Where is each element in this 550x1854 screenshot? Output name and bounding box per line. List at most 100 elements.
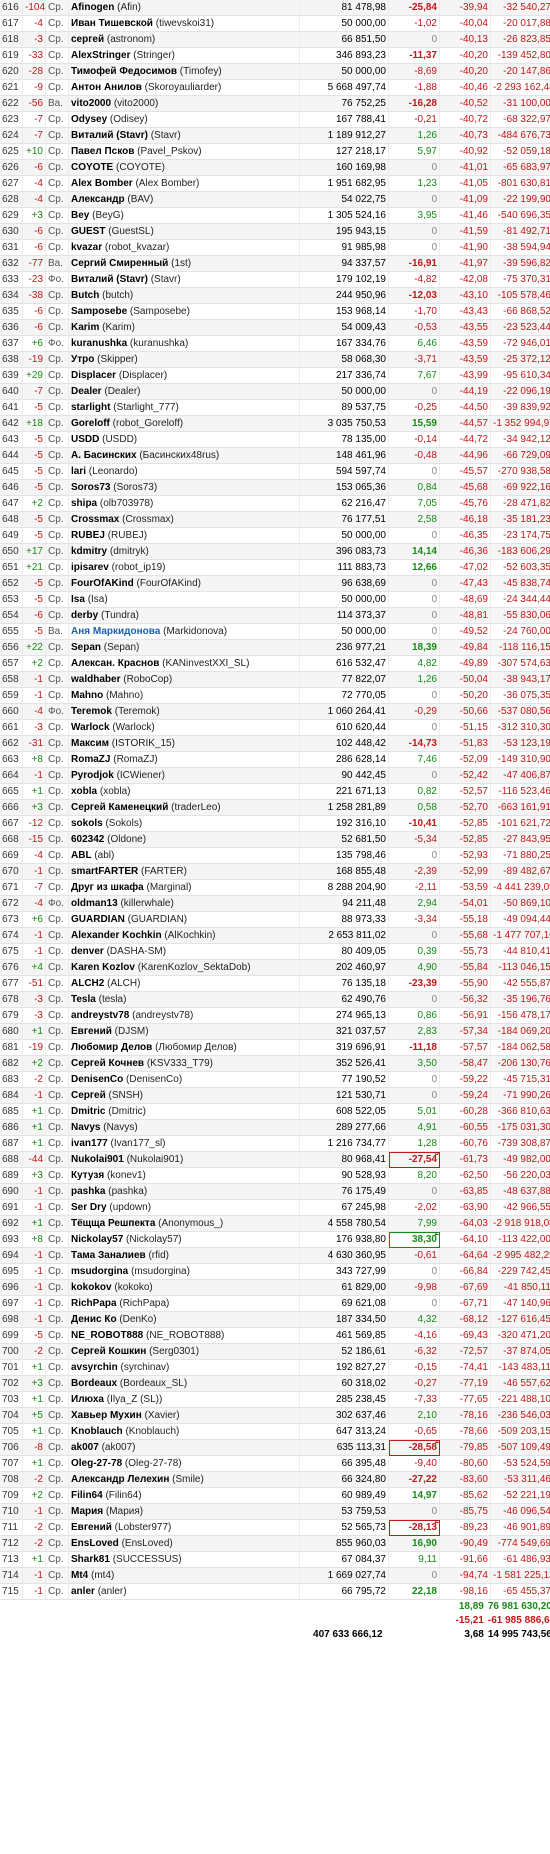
- participant-name-link[interactable]: Александр: [71, 194, 125, 205]
- participant-name-link[interactable]: Аня Маркидонова: [71, 626, 160, 637]
- participant-name-link[interactable]: Сергей Каменецкий: [71, 802, 168, 813]
- participant-name-link[interactable]: Сергей Кошкин: [71, 1346, 146, 1357]
- participant-name-link[interactable]: kuranushka: [71, 338, 127, 349]
- participant-name-link[interactable]: ABL: [71, 850, 92, 861]
- participant-name-link[interactable]: derby: [71, 610, 98, 621]
- participant-name-link[interactable]: Максим: [71, 738, 109, 749]
- participant-name-link[interactable]: Тёщща Решпекта: [71, 1218, 155, 1229]
- participant-name-link[interactable]: Oleg-27-78: [71, 1458, 122, 1469]
- participant-name-link[interactable]: COYOTE: [71, 162, 113, 173]
- participant-name-link[interactable]: pashka: [71, 1186, 105, 1197]
- participant-name-link[interactable]: avsyrchin: [71, 1362, 118, 1373]
- participant-name-link[interactable]: Soros73: [71, 482, 110, 493]
- participant-name-link[interactable]: Warlock: [71, 722, 110, 733]
- participant-name-link[interactable]: Filin64: [71, 1490, 103, 1501]
- participant-name-link[interactable]: starlight: [71, 402, 110, 413]
- participant-name-link[interactable]: anler: [71, 1586, 95, 1597]
- participant-name-link[interactable]: kdmitry: [71, 546, 107, 557]
- participant-name-link[interactable]: Иван Тишевской: [71, 18, 153, 29]
- participant-name-link[interactable]: kokokov: [71, 1282, 112, 1293]
- participant-name-link[interactable]: xobla: [71, 786, 97, 797]
- participant-name-link[interactable]: Crossmax: [71, 514, 119, 525]
- participant-name-link[interactable]: ivan177: [71, 1138, 108, 1149]
- participant-name-link[interactable]: USDD: [71, 434, 99, 445]
- participant-name-link[interactable]: Displacer: [71, 370, 116, 381]
- participant-name-link[interactable]: Nukolai901: [71, 1154, 124, 1165]
- participant-name-link[interactable]: Mahno: [71, 690, 103, 701]
- participant-name-link[interactable]: Odysey: [71, 114, 107, 125]
- participant-name-link[interactable]: Karen Kozlov: [71, 962, 135, 973]
- participant-name-link[interactable]: Shark81: [71, 1554, 110, 1565]
- participant-name-link[interactable]: Goreloff: [71, 418, 110, 429]
- participant-name-link[interactable]: Dealer: [71, 386, 102, 397]
- participant-name-link[interactable]: Mt4: [71, 1570, 88, 1581]
- participant-name-link[interactable]: Butch: [71, 290, 99, 301]
- participant-name-link[interactable]: sokols: [71, 818, 103, 829]
- participant-name-link[interactable]: Navys: [71, 1122, 100, 1133]
- participant-name-link[interactable]: Утро: [71, 354, 94, 365]
- participant-name-link[interactable]: Bey: [71, 210, 89, 221]
- participant-name-link[interactable]: shipa: [71, 498, 97, 509]
- participant-name-link[interactable]: andreystv78: [71, 1010, 129, 1021]
- participant-name-link[interactable]: GUARDIAN: [71, 914, 125, 925]
- participant-name-link[interactable]: Илюха: [71, 1394, 104, 1405]
- participant-name-link[interactable]: ipisarev: [71, 562, 109, 573]
- participant-name-link[interactable]: smartFARTER: [71, 866, 138, 877]
- participant-name-link[interactable]: Любомир Делов: [71, 1042, 152, 1053]
- participant-name-link[interactable]: kvazar: [71, 242, 102, 253]
- participant-name-link[interactable]: FourOfAKind: [71, 578, 134, 589]
- participant-name-link[interactable]: Ser Dry: [71, 1202, 107, 1213]
- participant-name-link[interactable]: Alexander Kochkin: [71, 930, 162, 941]
- participant-name-link[interactable]: Alex Bomber: [71, 178, 133, 189]
- participant-name-link[interactable]: Samposebe: [71, 306, 127, 317]
- participant-name-link[interactable]: vito2000: [71, 98, 111, 109]
- participant-name-link[interactable]: Teremok: [71, 706, 112, 717]
- participant-name-link[interactable]: Nickolay57: [71, 1234, 123, 1245]
- participant-name-link[interactable]: Dmitric: [71, 1106, 105, 1117]
- participant-name-link[interactable]: denver: [71, 946, 104, 957]
- participant-name-link[interactable]: Pyrodjok: [71, 770, 114, 781]
- participant-name-link[interactable]: Bordeaux: [71, 1378, 117, 1389]
- participant-name-link[interactable]: Виталий (Stavr): [71, 274, 148, 285]
- participant-name-link[interactable]: Afinogen: [71, 2, 114, 13]
- participant-name-link[interactable]: waldhaber: [71, 674, 120, 685]
- participant-name-link[interactable]: GUEST: [71, 226, 105, 237]
- participant-name-link[interactable]: Тимофей Федосимов: [71, 66, 177, 77]
- participant-name-link[interactable]: сергей: [71, 34, 104, 45]
- participant-name-link[interactable]: Sepan: [71, 642, 101, 653]
- participant-name-link[interactable]: RichPapa: [71, 1298, 117, 1309]
- participant-name-link[interactable]: Алексан. Краснов: [71, 658, 159, 669]
- participant-name-link[interactable]: DenisenCo: [71, 1074, 123, 1085]
- participant-name-link[interactable]: Павел Псков: [71, 146, 134, 157]
- participant-name-link[interactable]: RomaZJ: [71, 754, 110, 765]
- participant-name-link[interactable]: ALCH2: [71, 978, 104, 989]
- participant-name-link[interactable]: Тама Заналиев: [71, 1250, 146, 1261]
- participant-name-link[interactable]: Isa: [71, 594, 85, 605]
- participant-name-link[interactable]: А. Басинских: [71, 450, 137, 461]
- participant-name-link[interactable]: Сергей: [71, 1090, 106, 1101]
- participant-name-link[interactable]: oldman13: [71, 898, 118, 909]
- participant-name-link[interactable]: Евгений: [71, 1026, 112, 1037]
- participant-name-link[interactable]: Кутузя: [71, 1170, 104, 1181]
- participant-name-link[interactable]: Мария: [71, 1506, 103, 1517]
- participant-name-link[interactable]: 602342: [71, 834, 104, 845]
- participant-name-link[interactable]: RUBEJ: [71, 530, 105, 541]
- participant-name-link[interactable]: EnsLoved: [71, 1538, 119, 1549]
- participant-name-link[interactable]: msudorgina: [71, 1266, 128, 1277]
- participant-name-link[interactable]: Виталий (Stavr): [71, 130, 148, 141]
- participant-name-link[interactable]: Александр Лелехин: [71, 1474, 169, 1485]
- participant-name-link[interactable]: Tesla: [71, 994, 96, 1005]
- participant-name-link[interactable]: Хавьер Мухин: [71, 1410, 142, 1421]
- participant-name-link[interactable]: AlexStringer: [71, 50, 130, 61]
- participant-name-link[interactable]: ak007: [71, 1442, 99, 1453]
- participant-name-link[interactable]: lari: [71, 466, 86, 477]
- participant-name-link[interactable]: Антон Анилов: [71, 82, 142, 93]
- participant-name-link[interactable]: Karim: [71, 322, 99, 333]
- participant-name-link[interactable]: NE_ROBOT888: [71, 1330, 143, 1341]
- participant-name-link[interactable]: Евгений: [71, 1522, 112, 1533]
- participant-name-link[interactable]: Друг из шкафа: [71, 882, 144, 893]
- participant-name-link[interactable]: Сергей Кочнев: [71, 1058, 144, 1069]
- participant-name-link[interactable]: Денис Ко: [71, 1314, 117, 1325]
- participant-name-link[interactable]: Сергий Смиренный: [71, 258, 168, 269]
- participant-name-link[interactable]: Knoblauch: [71, 1426, 123, 1437]
